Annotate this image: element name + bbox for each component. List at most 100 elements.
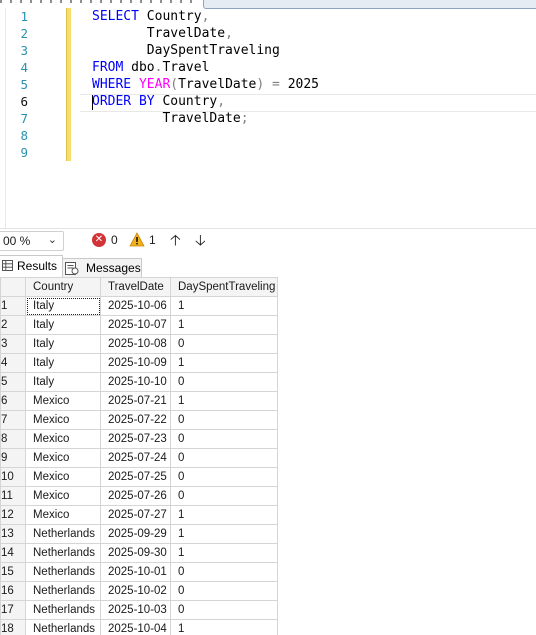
row-number[interactable]: 14 <box>0 543 26 563</box>
cell-traveldate[interactable]: 2025-10-02 <box>100 581 171 601</box>
cell-country[interactable]: Italy <box>25 372 101 392</box>
cell-traveldate[interactable]: 2025-07-24 <box>100 448 171 468</box>
cell-traveldate[interactable]: 2025-07-22 <box>100 410 171 430</box>
cell-traveldate[interactable]: 2025-10-08 <box>100 334 171 354</box>
cell-traveldate[interactable]: 2025-10-03 <box>100 600 171 620</box>
table-row[interactable]: 11 Mexico 2025-07-26 0 <box>0 486 278 506</box>
cell-traveldate[interactable]: 2025-09-29 <box>100 524 171 544</box>
table-row[interactable]: 17 Netherlands 2025-10-03 0 <box>0 600 278 620</box>
cell-country[interactable]: Netherlands <box>25 562 101 582</box>
table-row[interactable]: 2 Italy 2025-10-07 1 <box>0 315 278 335</box>
cell-dayspenttraveling[interactable]: 0 <box>170 410 278 430</box>
cell-dayspenttraveling[interactable]: 1 <box>170 619 278 635</box>
code-line[interactable]: 8 <box>0 127 536 144</box>
row-number[interactable]: 2 <box>0 315 26 335</box>
cell-country[interactable]: Netherlands <box>25 543 101 563</box>
cell-traveldate[interactable]: 2025-10-04 <box>100 619 171 635</box>
cell-country[interactable]: Mexico <box>25 429 101 449</box>
cell-traveldate[interactable]: 2025-07-25 <box>100 467 171 487</box>
cell-dayspenttraveling[interactable]: 1 <box>170 391 278 411</box>
zoom-dropdown[interactable]: 00 % ⌄ <box>0 231 64 251</box>
code-line[interactable]: 2 TravelDate, <box>0 25 536 42</box>
cell-country[interactable]: Netherlands <box>25 581 101 601</box>
cell-traveldate[interactable]: 2025-10-06 <box>100 296 171 316</box>
row-number[interactable]: 10 <box>0 467 26 487</box>
cell-country[interactable]: Mexico <box>25 448 101 468</box>
cell-dayspenttraveling[interactable]: 1 <box>170 296 278 316</box>
code-line[interactable]: 9 <box>0 144 536 161</box>
column-header-dayspenttraveling[interactable]: DaySpentTraveling <box>170 277 278 297</box>
table-row[interactable]: 8 Mexico 2025-07-23 0 <box>0 429 278 449</box>
code-line[interactable]: 3 DaySpentTraveling <box>0 42 536 59</box>
row-number[interactable]: 4 <box>0 353 26 373</box>
cell-dayspenttraveling[interactable]: 0 <box>170 334 278 354</box>
table-row[interactable]: 18 Netherlands 2025-10-04 1 <box>0 619 278 635</box>
code-line[interactable]: 4 FROM dbo.Travel <box>0 59 536 76</box>
row-number[interactable]: 3 <box>0 334 26 354</box>
cell-traveldate[interactable]: 2025-07-21 <box>100 391 171 411</box>
column-header-country[interactable]: Country <box>25 277 101 297</box>
cell-traveldate[interactable]: 2025-07-23 <box>100 429 171 449</box>
cell-country[interactable]: Mexico <box>25 505 101 525</box>
cell-dayspenttraveling[interactable]: 0 <box>170 429 278 449</box>
arrow-down-icon[interactable]: 🡣 <box>195 230 206 255</box>
row-number[interactable]: 12 <box>0 505 26 525</box>
cell-dayspenttraveling[interactable]: 1 <box>170 315 278 335</box>
results-grid[interactable]: Country TravelDate DaySpentTraveling 1 It… <box>0 277 536 635</box>
code-line[interactable]: 6 ORDER BY Country, <box>0 93 536 110</box>
cell-traveldate[interactable]: 2025-09-30 <box>100 543 171 563</box>
row-number-header[interactable] <box>0 277 26 297</box>
cell-traveldate[interactable]: 2025-10-01 <box>100 562 171 582</box>
code-line[interactable]: 7 TravelDate; <box>0 110 536 127</box>
error-icon[interactable]: ✕ <box>92 233 106 247</box>
cell-dayspenttraveling[interactable]: 1 <box>170 543 278 563</box>
cell-dayspenttraveling[interactable]: 1 <box>170 505 278 525</box>
cell-dayspenttraveling[interactable]: 1 <box>170 524 278 544</box>
cell-country[interactable]: Netherlands <box>25 524 101 544</box>
table-row[interactable]: 9 Mexico 2025-07-24 0 <box>0 448 278 468</box>
table-row[interactable]: 7 Mexico 2025-07-22 0 <box>0 410 278 430</box>
code-line[interactable]: 1 SELECT Country, <box>0 8 536 25</box>
row-number[interactable]: 9 <box>0 448 26 468</box>
cell-dayspenttraveling[interactable]: 0 <box>170 372 278 392</box>
cell-country[interactable]: Italy <box>25 353 101 373</box>
warning-icon[interactable] <box>129 232 145 247</box>
row-number[interactable]: 7 <box>0 410 26 430</box>
code-line[interactable]: 5 WHERE YEAR(TravelDate) = 2025 <box>0 76 536 93</box>
table-row[interactable]: 3 Italy 2025-10-08 0 <box>0 334 278 354</box>
cell-traveldate[interactable]: 2025-10-09 <box>100 353 171 373</box>
row-number[interactable]: 6 <box>0 391 26 411</box>
cell-country[interactable]: Mexico <box>25 410 101 430</box>
cell-dayspenttraveling[interactable]: 0 <box>170 581 278 601</box>
table-row[interactable]: 5 Italy 2025-10-10 0 <box>0 372 278 392</box>
cell-country[interactable]: Netherlands <box>25 600 101 620</box>
cell-dayspenttraveling[interactable]: 0 <box>170 467 278 487</box>
tab-results[interactable]: Results <box>0 255 63 278</box>
table-row[interactable]: 1 Italy 2025-10-06 1 <box>0 296 278 316</box>
cell-dayspenttraveling[interactable]: 0 <box>170 486 278 506</box>
cell-traveldate[interactable]: 2025-07-27 <box>100 505 171 525</box>
row-number[interactable]: 18 <box>0 619 26 635</box>
row-number[interactable]: 1 <box>0 296 26 316</box>
tab-messages[interactable]: Messages <box>62 258 142 277</box>
cell-traveldate[interactable]: 2025-10-10 <box>100 372 171 392</box>
table-row[interactable]: 10 Mexico 2025-07-25 0 <box>0 467 278 487</box>
query-editor[interactable]: 1 SELECT Country, 2 TravelDate, 3 DaySpentT… <box>0 0 536 228</box>
cell-country[interactable]: Italy <box>25 315 101 335</box>
cell-country[interactable]: Italy <box>25 296 101 316</box>
table-row[interactable]: 14 Netherlands 2025-09-30 1 <box>0 543 278 563</box>
cell-country[interactable]: Mexico <box>25 391 101 411</box>
cell-country[interactable]: Mexico <box>25 467 101 487</box>
arrow-up-icon[interactable]: 🡡 <box>170 230 181 255</box>
table-row[interactable]: 13 Netherlands 2025-09-29 1 <box>0 524 278 544</box>
cell-dayspenttraveling[interactable]: 0 <box>170 562 278 582</box>
cell-traveldate[interactable]: 2025-10-07 <box>100 315 171 335</box>
cell-traveldate[interactable]: 2025-07-26 <box>100 486 171 506</box>
table-row[interactable]: 4 Italy 2025-10-09 1 <box>0 353 278 373</box>
table-row[interactable]: 6 Mexico 2025-07-21 1 <box>0 391 278 411</box>
row-number[interactable]: 5 <box>0 372 26 392</box>
cell-dayspenttraveling[interactable]: 0 <box>170 448 278 468</box>
row-number[interactable]: 11 <box>0 486 26 506</box>
cell-country[interactable]: Netherlands <box>25 619 101 635</box>
row-number[interactable]: 16 <box>0 581 26 601</box>
